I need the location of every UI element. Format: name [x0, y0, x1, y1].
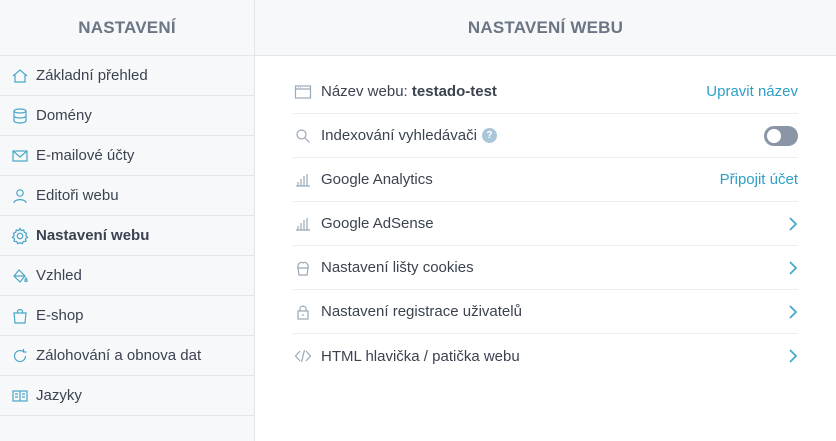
sidebar-menu: Základní přehled Domény E-mailové účty E… — [0, 56, 254, 416]
sidebar-item-email-accounts[interactable]: E-mailové účty — [0, 136, 254, 176]
site-name-value: testado-test — [411, 83, 497, 100]
site-name-label: Název webu: testado-test — [321, 83, 497, 100]
gear-icon — [10, 226, 30, 246]
google-analytics-row[interactable]: Google Analytics Připojit účet — [293, 158, 798, 202]
search-indexing-label: Indexování vyhledávači? — [321, 127, 764, 144]
paint-bucket-icon — [10, 266, 30, 286]
language-icon — [10, 386, 30, 406]
sidebar-item-label: E-mailové účty — [36, 147, 135, 164]
google-adsense-row[interactable]: Google AdSense — [293, 202, 798, 246]
page-title: NASTAVENÍ WEBU — [255, 0, 836, 56]
chevron-right-icon[interactable] — [788, 260, 798, 275]
sidebar-item-label: Zálohování a obnova dat — [36, 347, 202, 364]
html-header-footer-label: HTML hlavička / patička webu — [321, 347, 520, 365]
connect-account-link[interactable]: Připojit účet — [720, 171, 798, 188]
sidebar-item-label: Domény — [36, 107, 92, 124]
cookie-bar-settings-label: Nastavení lišty cookies — [321, 259, 474, 276]
rename-site-link[interactable]: Upravit název — [706, 83, 798, 100]
bar-chart-icon — [293, 170, 313, 190]
sidebar-item-languages[interactable]: Jazyky — [0, 376, 254, 416]
home-icon — [10, 66, 30, 86]
code-icon — [293, 346, 313, 366]
chevron-right-icon[interactable] — [788, 349, 798, 363]
sidebar-item-appearance[interactable]: Vzhled — [0, 256, 254, 296]
user-registration-settings-label: Nastavení registrace uživatelů — [321, 303, 522, 320]
browser-window-icon — [293, 82, 313, 102]
google-analytics-label: Google Analytics — [321, 171, 433, 188]
database-icon — [10, 106, 30, 126]
refresh-icon — [10, 346, 30, 366]
bar-chart-icon — [293, 214, 313, 234]
sidebar-item-eshop[interactable]: E-shop — [0, 296, 254, 336]
sidebar-item-label: Editoři webu — [36, 187, 119, 204]
help-icon[interactable]: ? — [481, 127, 497, 143]
sidebar-item-web-editors[interactable]: Editoři webu — [0, 176, 254, 216]
sidebar-item-backup-restore[interactable]: Zálohování a obnova dat — [0, 336, 254, 376]
sidebar-item-basic-overview[interactable]: Základní přehled — [0, 56, 254, 96]
main-panel: NASTAVENÍ WEBU Název webu: testado-test … — [255, 0, 836, 441]
sidebar-item-label: Jazyky — [36, 387, 82, 404]
user-icon — [10, 186, 30, 206]
toggle-knob — [767, 128, 781, 143]
search-icon — [293, 126, 313, 146]
envelope-icon — [10, 146, 30, 166]
search-indexing-toggle[interactable] — [764, 125, 798, 146]
cookie-bar-settings-row[interactable]: Nastavení lišty cookies — [293, 246, 798, 290]
chevron-right-icon[interactable] — [788, 216, 798, 231]
sidebar-title: NASTAVENÍ — [0, 0, 254, 56]
sidebar-item-domains[interactable]: Domény — [0, 96, 254, 136]
cookie-icon — [293, 258, 313, 278]
lock-icon — [293, 302, 313, 322]
sidebar-item-label: Vzhled — [36, 267, 82, 284]
google-adsense-label: Google AdSense — [321, 215, 434, 232]
search-indexing-row: Indexování vyhledávači? — [293, 114, 798, 158]
chevron-right-icon[interactable] — [788, 304, 798, 319]
sidebar-item-label: E-shop — [36, 307, 84, 324]
sidebar-item-label: Základní přehled — [36, 67, 148, 84]
sidebar-item-label: Nastavení webu — [36, 227, 150, 244]
site-name-row: Název webu: testado-test Upravit název — [293, 70, 798, 114]
sidebar: NASTAVENÍ Základní přehled Domény E-mail… — [0, 0, 255, 441]
shopping-bag-icon — [10, 306, 30, 326]
html-header-footer-row[interactable]: HTML hlavička / patička webu — [293, 334, 798, 378]
user-registration-settings-row[interactable]: Nastavení registrace uživatelů — [293, 290, 798, 334]
settings-list: Název webu: testado-test Upravit název I… — [255, 70, 836, 378]
sidebar-item-web-settings[interactable]: Nastavení webu — [0, 216, 254, 256]
